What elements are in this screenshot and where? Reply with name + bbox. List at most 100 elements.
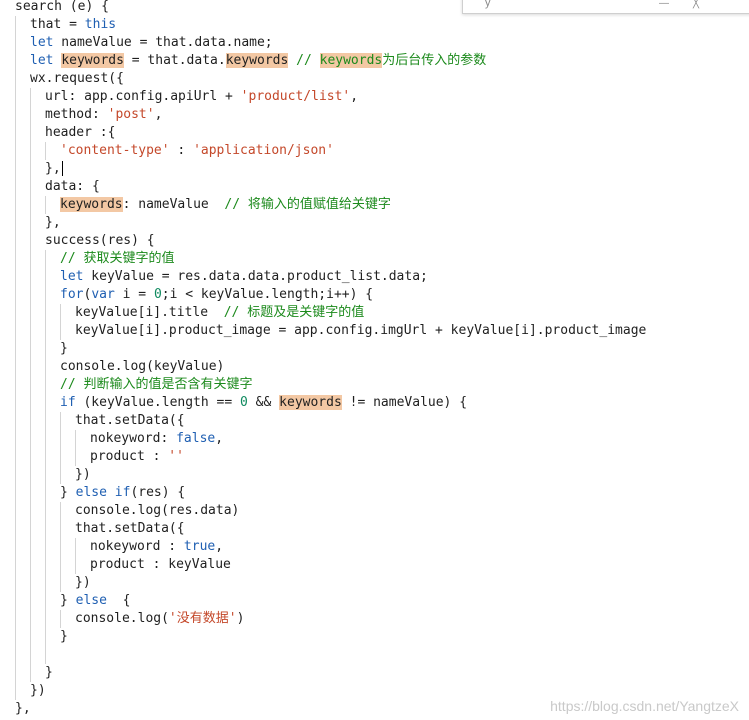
indent-guide	[15, 106, 16, 124]
code-line[interactable]: console.log(keyValue)	[60, 358, 224, 376]
code-token: (keyValue.length ==	[75, 395, 241, 410]
code-token: wx.request({	[30, 71, 124, 86]
indent-guide	[45, 520, 46, 538]
indent-guide	[60, 322, 61, 340]
indent-guide	[60, 448, 61, 466]
indent-guide	[15, 268, 16, 286]
code-token: (res) {	[130, 485, 186, 500]
indent-guide	[45, 268, 46, 286]
indent-guide	[60, 502, 61, 520]
indent-guide	[45, 592, 46, 610]
code-token: keyValue[i].product_image = app.config.i…	[75, 323, 647, 338]
code-line[interactable]: product : ''	[90, 448, 184, 466]
indent-guide	[45, 286, 46, 304]
indent-guide	[30, 394, 31, 412]
code-line[interactable]: console.log(res.data)	[75, 502, 239, 520]
code-line[interactable]: method: 'post',	[45, 106, 162, 124]
indent-guide	[45, 466, 46, 484]
code-line[interactable]: nokeyword: false,	[90, 430, 223, 448]
code-editor[interactable]: search (e) {that = this let nameValue = t…	[0, 0, 749, 720]
code-line[interactable]: data: {	[45, 178, 100, 196]
code-line[interactable]: },	[45, 214, 61, 232]
indent-guide	[15, 682, 16, 700]
search-popup[interactable]: y — ╳	[462, 0, 749, 14]
code-line[interactable]: // 判断输入的值是否含有关键字	[60, 376, 252, 394]
code-line[interactable]: product : keyValue	[90, 556, 231, 574]
code-line[interactable]: // 获取关键字的值	[60, 250, 174, 268]
indent-guide	[30, 664, 31, 682]
code-line[interactable]: keywords: nameValue // 将输入的值赋值给关键字	[60, 196, 391, 214]
code-token: console.log(	[75, 611, 169, 626]
indent-guide	[15, 340, 16, 358]
code-line[interactable]: }	[60, 340, 68, 358]
indent-guide	[30, 412, 31, 430]
code-line[interactable]: } else {	[60, 592, 130, 610]
code-line[interactable]: for(var i = 0;i < keyValue.length;i++) {	[60, 286, 373, 304]
code-line[interactable]: })	[75, 574, 91, 592]
indent-guide	[30, 466, 31, 484]
code-token: ''	[168, 449, 184, 464]
indent-guide	[60, 412, 61, 430]
indent-guide	[15, 592, 16, 610]
indent-guide	[30, 214, 31, 232]
indent-guide	[15, 520, 16, 538]
code-line[interactable]: keyValue[i].title // 标题及是关键字的值	[75, 304, 364, 322]
indent-guide	[30, 106, 31, 124]
code-line[interactable]: that.setData({	[75, 412, 185, 430]
code-line[interactable]: let keywords = that.data.keywords // key…	[30, 52, 486, 70]
code-token: true	[183, 539, 216, 554]
indent-guide	[45, 250, 46, 268]
indent-guide	[15, 160, 16, 178]
close-icon[interactable]: ╳	[693, 0, 699, 9]
code-line[interactable]: }	[45, 664, 53, 682]
indent-guide	[30, 358, 31, 376]
code-token: ,	[215, 539, 224, 554]
code-line[interactable]: keyValue[i].product_image = app.config.i…	[75, 322, 646, 340]
code-line[interactable]: nokeyword : true,	[90, 538, 223, 556]
code-token: method:	[45, 107, 108, 122]
code-line[interactable]: })	[30, 682, 46, 700]
code-line[interactable]: wx.request({	[30, 70, 124, 88]
code-token: }	[60, 629, 68, 644]
indent-guide	[15, 70, 16, 88]
code-line[interactable]: console.log('没有数据')	[75, 610, 244, 628]
code-line[interactable]: search (e) {	[15, 0, 109, 16]
indent-guide	[75, 538, 76, 556]
code-token: keywords	[319, 53, 383, 68]
code-line[interactable]: header :{	[45, 124, 115, 142]
code-line[interactable]: let keyValue = res.data.data.product_lis…	[60, 268, 428, 286]
code-line[interactable]: that = this	[30, 16, 116, 34]
code-token: for	[60, 287, 84, 302]
indent-guide	[60, 520, 61, 538]
indent-guide	[30, 250, 31, 268]
indent-guide	[15, 394, 16, 412]
code-line[interactable]: })	[75, 466, 91, 484]
code-line[interactable]: }	[60, 628, 68, 646]
code-line[interactable]: 'content-type' : 'application/json'	[60, 142, 334, 160]
indent-guide	[45, 574, 46, 592]
indent-guide	[15, 322, 16, 340]
indent-guide	[45, 484, 46, 502]
code-token: : nameValue	[122, 197, 225, 212]
indent-guide	[30, 574, 31, 592]
code-token: product :	[90, 449, 169, 464]
code-line[interactable]: let nameValue = that.data.name;	[30, 34, 273, 52]
code-line[interactable]: url: app.config.apiUrl + 'product/list',	[45, 88, 358, 106]
indent-guide	[15, 88, 16, 106]
popup-text: y	[485, 0, 491, 9]
indent-guide	[15, 250, 16, 268]
indent-guide	[45, 196, 46, 214]
text-cursor	[61, 161, 64, 176]
indent-guide	[15, 214, 16, 232]
code-line[interactable]: that.setData({	[75, 520, 185, 538]
minimize-icon[interactable]: —	[659, 0, 669, 9]
indent-guide	[30, 322, 31, 340]
code-line[interactable]: },	[15, 700, 31, 718]
code-line[interactable]: if (keyValue.length == 0 && keywords != …	[60, 394, 467, 412]
watermark: https://blog.csdn.net/YangtzeX	[550, 698, 739, 714]
code-line[interactable]: },	[45, 160, 64, 178]
code-line[interactable]: success(res) {	[45, 232, 155, 250]
indent-guide	[15, 142, 16, 160]
code-line[interactable]: } else if(res) {	[60, 484, 185, 502]
indent-guide	[15, 52, 16, 70]
